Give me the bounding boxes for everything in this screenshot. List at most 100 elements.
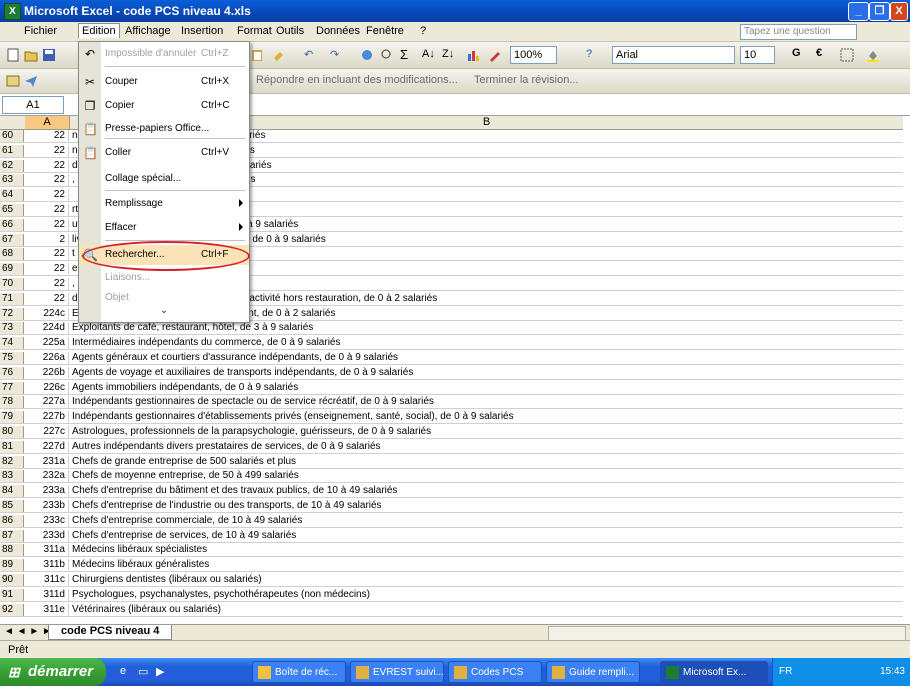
cell-code[interactable]: 227d <box>25 440 69 453</box>
drawing-icon[interactable] <box>488 48 502 62</box>
cell-code[interactable]: 227a <box>25 396 69 409</box>
menu-affichage[interactable]: Affichage <box>125 25 171 37</box>
cell-code[interactable]: 226b <box>25 366 69 379</box>
cell-code[interactable]: 22 <box>25 278 69 290</box>
cell-code[interactable]: 22 <box>25 144 69 157</box>
edit-menu-item-rechercher[interactable]: 🔍 Rechercher... Ctrl+F <box>79 245 249 265</box>
taskbar-task-button[interactable]: Codes PCS <box>448 661 542 683</box>
cell-code[interactable]: 233a <box>25 485 69 498</box>
cell-label[interactable]: Agents immobiliers indépendants, de 0 à … <box>72 382 902 394</box>
row-number[interactable]: 62 <box>0 159 24 172</box>
cell-code[interactable]: 311a <box>25 544 69 557</box>
review-icon[interactable] <box>6 74 20 88</box>
cell-code[interactable]: 22 <box>25 218 69 231</box>
table-row[interactable]: 91 311d Psychologues, psychanalystes, psyc… <box>0 588 903 602</box>
edit-menu-item-couper[interactable]: ✂ Couper Ctrl+X <box>79 72 249 92</box>
cell-code[interactable]: 224c <box>25 307 69 320</box>
menu-format[interactable]: Format <box>237 25 272 37</box>
row-number[interactable]: 67 <box>0 233 24 246</box>
cell-label[interactable]: Autres indépendants divers prestataires … <box>72 441 902 453</box>
cell-label[interactable]: Agents généraux et courtiers d'assurance… <box>72 352 902 364</box>
cell-label[interactable]: Chirurgiens dentistes (libéraux ou salar… <box>72 574 902 586</box>
cell-label[interactable]: Vétérinaires (libéraux ou salariés) <box>72 604 902 616</box>
cell-code[interactable]: 225a <box>25 337 69 350</box>
cell-label[interactable]: Astrologues, professionnels de la paraps… <box>72 426 902 438</box>
table-row[interactable]: 85 233b Chefs d'entreprise de l'industrie … <box>0 500 903 513</box>
cell-code[interactable]: 22 <box>25 248 69 261</box>
cell-label[interactable]: Chefs d'entreprise de l'industrie ou des… <box>72 500 902 512</box>
minimize-button[interactable]: _ <box>848 2 869 21</box>
table-row[interactable]: 84 233a Chefs d'entreprise du bâtiment et … <box>0 485 903 499</box>
new-file-icon[interactable] <box>6 48 20 62</box>
cell-label[interactable]: Indépendants gestionnaires de spectacle … <box>72 396 902 408</box>
close-button[interactable]: X <box>890 2 908 21</box>
table-row[interactable]: 89 311b Médecins libéraux généralistes <box>0 559 903 573</box>
row-number[interactable]: 66 <box>0 218 24 231</box>
menu-expand-chevron-icon[interactable]: ⌄ <box>149 305 179 319</box>
cell-code[interactable]: 22 <box>25 263 69 276</box>
currency-button[interactable]: € <box>816 47 822 59</box>
sheet-tab-code-pcs[interactable]: code PCS niveau 4 <box>48 625 173 640</box>
table-row[interactable]: 90 311c Chirurgiens dentistes (libéraux ou… <box>0 574 903 587</box>
cell-label[interactable]: Chefs d'entreprise commerciale, de 10 à … <box>72 515 902 527</box>
row-number[interactable]: 64 <box>0 189 24 202</box>
menu-fichier[interactable]: Fichier <box>24 25 57 37</box>
start-button[interactable]: ⊞ démarrer <box>0 658 106 686</box>
row-number[interactable]: 84 <box>0 485 24 498</box>
table-row[interactable]: 88 311a Médecins libéraux spécialistes <box>0 544 903 558</box>
cell-label[interactable]: Psychologues, psychanalystes, psychothér… <box>72 589 902 601</box>
cell-label[interactable]: Intermédiaires indépendants du commerce,… <box>72 337 902 349</box>
cell-label[interactable]: Chefs de grande entreprise de 500 salari… <box>72 456 902 468</box>
save-icon[interactable] <box>42 48 56 62</box>
cell-code[interactable]: 233c <box>25 514 69 527</box>
cell-label[interactable]: Chefs d'entreprise de services, de 10 à … <box>72 530 902 542</box>
sheet-nav-arrows[interactable]: ◄ ◄ ► ► <box>4 626 52 637</box>
table-row[interactable]: 80 227c Astrologues, professionnels de la … <box>0 426 903 439</box>
cell-code[interactable]: 226c <box>25 381 69 394</box>
font-select[interactable]: Arial <box>612 46 735 64</box>
row-number[interactable]: 78 <box>0 396 24 409</box>
row-number[interactable]: 80 <box>0 426 24 438</box>
help-search-input[interactable]: Tapez une question <box>740 24 857 40</box>
table-row[interactable]: 87 233d Chefs d'entreprise de services, de… <box>0 529 903 543</box>
row-number[interactable]: 79 <box>0 411 24 424</box>
row-number[interactable]: 88 <box>0 544 24 557</box>
end-review-link[interactable]: Terminer la révision... <box>474 74 579 86</box>
table-row[interactable]: 73 224d Exploitants de café, restaurant, h… <box>0 322 903 336</box>
menu-help[interactable]: ? <box>420 25 426 37</box>
row-number[interactable]: 75 <box>0 352 24 364</box>
autosum-icon[interactable]: Σ <box>400 47 408 62</box>
taskbar-task-button[interactable]: Guide rempli... <box>546 661 640 683</box>
edit-menu-item-copier[interactable]: ❐ Copier Ctrl+C <box>79 96 249 116</box>
cell-label[interactable]: Agents de voyage et auxiliaires de trans… <box>72 367 902 379</box>
cell-code[interactable]: 226a <box>25 352 69 364</box>
sort-descending-icon[interactable]: Z↓ <box>442 48 454 60</box>
format-painter-icon[interactable] <box>272 48 286 62</box>
cell-code[interactable]: 233d <box>25 529 69 542</box>
zoom-select[interactable]: 100% <box>510 46 557 64</box>
row-number[interactable]: 72 <box>0 307 24 320</box>
cell-code[interactable]: 22 <box>25 292 69 305</box>
borders-icon[interactable] <box>840 48 854 62</box>
open-folder-icon[interactable] <box>24 48 38 62</box>
table-row[interactable]: 82 231a Chefs de grande entreprise de 500 … <box>0 455 903 469</box>
hyperlink-icon[interactable] <box>360 48 374 62</box>
row-number[interactable]: 81 <box>0 440 24 453</box>
cell-label[interactable]: Exploitants de café, restaurant, hôtel, … <box>72 322 902 334</box>
cell-code[interactable]: 22 <box>25 130 69 142</box>
cell-code[interactable]: 22 <box>25 204 69 216</box>
fill-color-icon[interactable] <box>866 48 880 62</box>
row-number[interactable]: 86 <box>0 514 24 527</box>
menu-edition[interactable]: Edition <box>78 23 120 38</box>
cell-code[interactable]: 232a <box>25 470 69 483</box>
edit-menu-item-effacer[interactable]: Effacer <box>79 218 249 238</box>
row-number[interactable]: 73 <box>0 322 24 335</box>
cell-code[interactable]: 22 <box>25 159 69 172</box>
name-box[interactable]: A1 <box>2 96 64 114</box>
column-header-a[interactable]: A <box>25 116 70 129</box>
table-row[interactable]: 76 226b Agents de voyage et auxiliaires de… <box>0 366 903 380</box>
cell-label[interactable]: Chefs de moyenne entreprise, de 50 à 499… <box>72 470 902 482</box>
row-number[interactable]: 69 <box>0 263 24 276</box>
cell-code[interactable]: 233b <box>25 500 69 512</box>
bold-button[interactable]: G <box>792 47 801 59</box>
